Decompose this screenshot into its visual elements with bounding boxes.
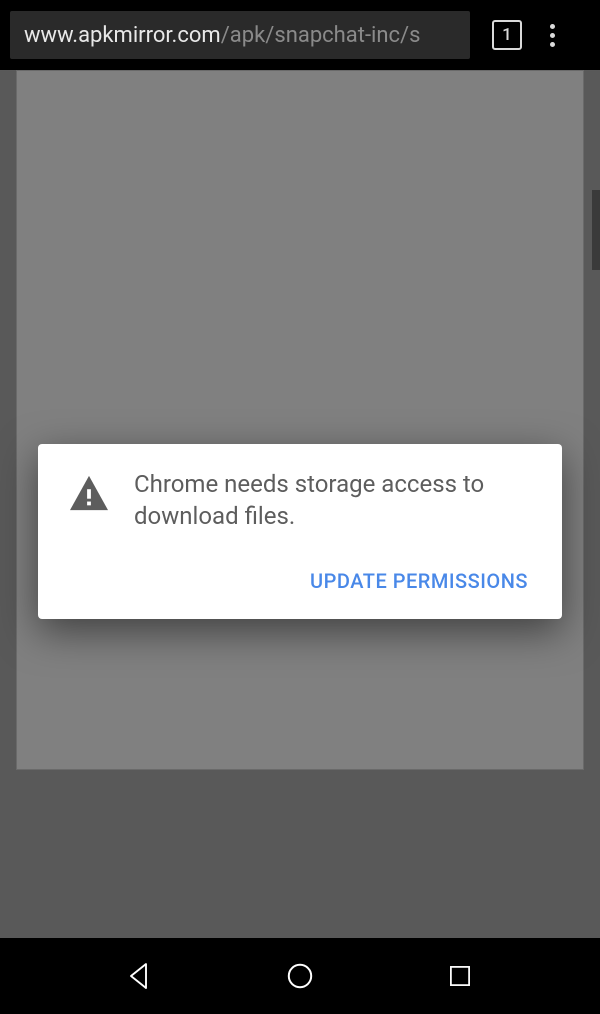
recent-apps-button[interactable] bbox=[439, 955, 481, 997]
tab-count-value: 1 bbox=[502, 25, 512, 45]
tab-switcher[interactable]: 1 bbox=[492, 20, 522, 50]
page-content-area: Chrome needs storage access to download … bbox=[0, 70, 600, 938]
dialog-actions: UPDATE PERMISSIONS bbox=[68, 561, 532, 601]
dialog-body: Chrome needs storage access to download … bbox=[68, 468, 532, 533]
warning-icon bbox=[68, 468, 110, 516]
back-button[interactable] bbox=[119, 955, 161, 997]
permission-dialog: Chrome needs storage access to download … bbox=[38, 444, 562, 619]
home-button[interactable] bbox=[279, 955, 321, 997]
url-path: /apk/snapchat-inc/s bbox=[221, 23, 421, 48]
browser-top-bar: www.apkmirror.com/apk/snapchat-inc/s 1 bbox=[0, 0, 600, 70]
overflow-menu-icon[interactable] bbox=[532, 15, 572, 55]
url-domain: www.apkmirror.com bbox=[24, 23, 221, 48]
update-permissions-button[interactable]: UPDATE PERMISSIONS bbox=[306, 561, 532, 601]
dialog-message: Chrome needs storage access to download … bbox=[134, 468, 532, 533]
system-nav-bar bbox=[0, 938, 600, 1014]
url-bar[interactable]: www.apkmirror.com/apk/snapchat-inc/s bbox=[10, 11, 470, 59]
